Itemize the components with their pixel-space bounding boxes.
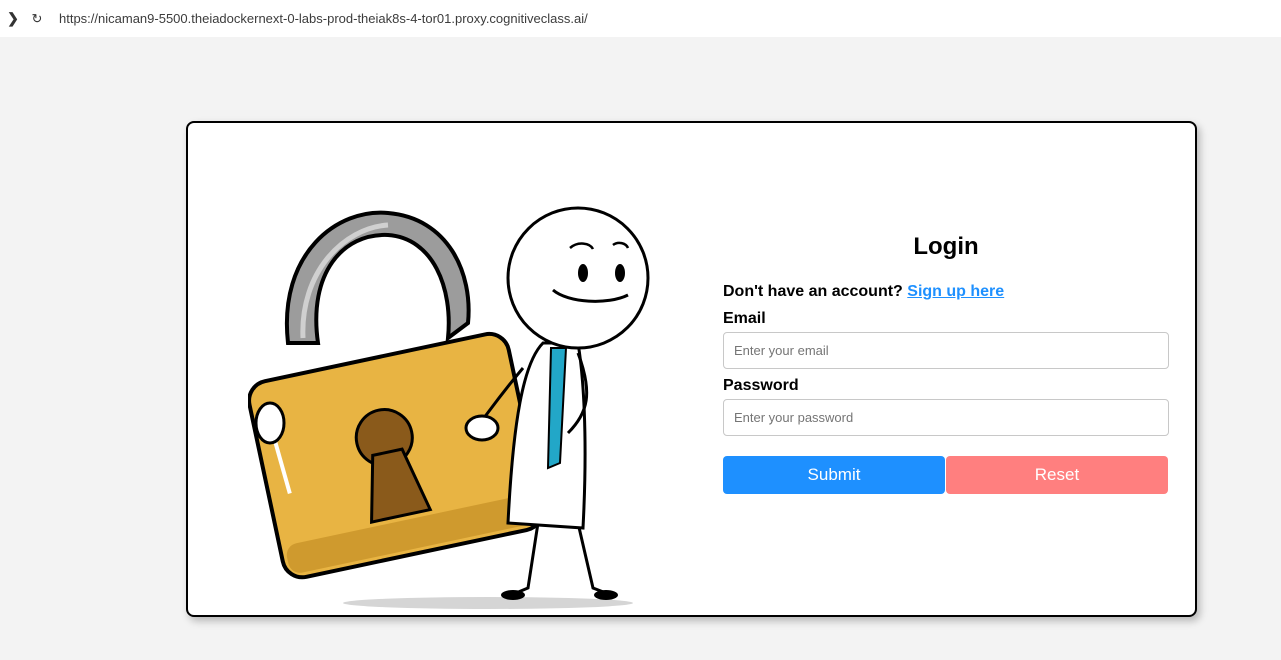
signup-prompt: Don't have an account? Sign up here xyxy=(723,283,1169,301)
password-field[interactable] xyxy=(723,399,1169,436)
signup-prompt-text: Don't have an account? xyxy=(723,283,903,300)
email-field[interactable] xyxy=(723,332,1169,369)
page-title: Login xyxy=(913,233,979,260)
form-buttons: Submit Reset xyxy=(723,456,1169,494)
address-bar: ❯ ↻ https://nicaman9-5500.theiadockernex… xyxy=(0,0,1281,37)
login-card: Login Don't have an account? Sign up her… xyxy=(186,121,1197,617)
url-text[interactable]: https://nicaman9-5500.theiadockernext-0-… xyxy=(59,11,588,26)
reload-icon[interactable]: ↻ xyxy=(25,0,49,37)
chevron-right-icon[interactable]: ❯ xyxy=(1,0,25,37)
reset-button[interactable]: Reset xyxy=(946,456,1168,494)
lock-illustration xyxy=(248,206,650,609)
signup-link[interactable]: Sign up here xyxy=(907,283,1004,300)
login-form: Login Don't have an account? Sign up her… xyxy=(723,233,1169,494)
submit-button[interactable]: Submit xyxy=(723,456,945,494)
email-label: Email xyxy=(723,310,766,327)
password-label: Password xyxy=(723,377,799,394)
